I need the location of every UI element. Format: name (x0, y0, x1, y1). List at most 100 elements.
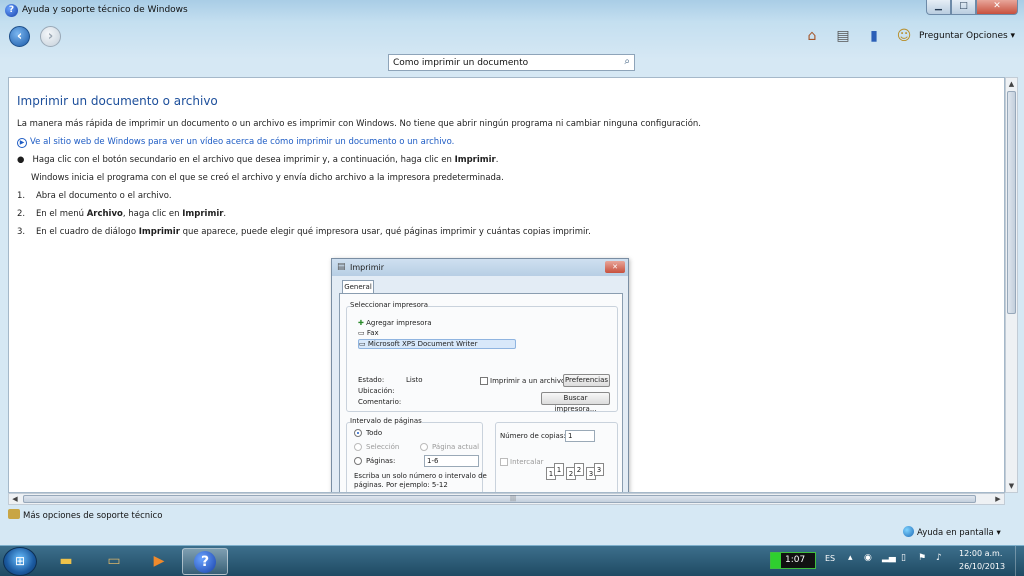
step-2-post: . (223, 209, 227, 219)
step-1: 1. Abra el documento o el archivo. (17, 191, 172, 201)
status-label: Estado: (358, 376, 385, 384)
pages-input: 1-6 (424, 455, 479, 467)
back-arrow-icon[interactable]: ‹ (9, 26, 30, 47)
current-page-radio (420, 443, 428, 451)
support-options-icon (8, 509, 20, 519)
options-menu-button[interactable]: Opciones ▾ (966, 31, 1015, 41)
add-printer-icon: ✚ (358, 319, 364, 327)
help-taskbar-button[interactable]: ? (182, 548, 228, 575)
show-desktop-button[interactable] (1015, 546, 1024, 576)
print-to-file-checkbox (480, 377, 488, 385)
forward-arrow-icon[interactable]: › (40, 26, 61, 47)
article-title: Imprimir un documento o archivo (17, 94, 218, 108)
bullet-icon: ● (17, 155, 25, 165)
select-printer-label: Seleccionar impresora (350, 301, 429, 309)
fax-icon: ▭ (358, 329, 365, 337)
online-help-label: Ayuda en pantalla ▾ (917, 528, 1001, 538)
clock-time[interactable]: 12:00 a.m. (959, 549, 1002, 558)
globe-icon (903, 526, 914, 537)
home-icon[interactable]: ⌂ (803, 27, 821, 45)
scroll-down-icon[interactable]: ▼ (1006, 480, 1017, 492)
network-globe-icon[interactable]: ◉ (864, 553, 872, 563)
media-player-icon[interactable]: ▶ (139, 548, 179, 575)
all-pages-radio (354, 429, 362, 437)
ask-people-icon[interactable]: ☺ (895, 27, 913, 45)
bullet-item: ● Haga clic con el botón secundario en e… (17, 155, 498, 165)
scroll-up-icon[interactable]: ▲ (1006, 78, 1017, 90)
pages-hint-line1: Escriba un solo número o intervalo de (354, 472, 487, 480)
help-icon: ? (194, 551, 216, 573)
browse-help-book-icon[interactable]: ▮ (865, 27, 883, 45)
print-to-file-label: Imprimir a un archivo (490, 377, 566, 385)
title-bar[interactable]: ? Ayuda y soporte técnico de Windows ▁ □… (0, 0, 1024, 22)
step-1-number: 1. (17, 191, 26, 201)
signal-icon[interactable]: ▂▄ (882, 553, 896, 563)
language-indicator[interactable]: ES (825, 554, 835, 563)
bullet-note: Windows inicia el programa con el que se… (31, 173, 504, 183)
online-help-button[interactable]: Ayuda en pantalla ▾ (903, 526, 1001, 538)
timer-value: 1:07 (785, 555, 806, 565)
preferences-button: Preferencias (563, 374, 610, 387)
video-link[interactable]: Ve al sitio web de Windows para ver un v… (30, 137, 454, 147)
clock-date[interactable]: 26/10/2013 (959, 562, 1005, 571)
print-dialog-illustration: ▤ Imprimir ✕ General Seleccionar impreso… (331, 258, 629, 492)
dialog-tab-general: General (342, 280, 374, 293)
more-support-options-link[interactable]: Más opciones de soporte técnico (8, 509, 162, 521)
scroll-left-icon[interactable]: ◀ (9, 494, 21, 504)
horizontal-scrollbar[interactable]: ◀ ||| ▶ (8, 493, 1005, 505)
browser-icon[interactable]: ▭ (94, 548, 134, 575)
ask-button[interactable]: Preguntar (919, 31, 963, 41)
video-link-row: ▶ Ve al sitio web de Windows para ver un … (17, 137, 454, 148)
current-page-label: Página actual (432, 443, 480, 451)
step-2-pre: En el menú (35, 209, 87, 219)
article-intro: La manera más rápida de imprimir un docu… (17, 119, 702, 129)
copies-label: Número de copias: (500, 432, 566, 440)
printer-item-add: ✚ Agregar impresora (358, 319, 432, 327)
printer-item-fax: ▭ Fax (358, 329, 379, 337)
battery-icon[interactable]: ▯ (901, 553, 906, 563)
collate-page-icon: 2 (574, 463, 584, 476)
printer-item-xps: ▭ Microsoft XPS Document Writer (358, 339, 516, 349)
more-support-options-label: Más opciones de soporte técnico (23, 511, 163, 521)
video-play-icon[interactable]: ▶ (17, 138, 27, 148)
minimize-button[interactable]: ▁ (926, 0, 951, 15)
location-label: Ubicación: (358, 387, 395, 395)
comment-label: Comentario: (358, 398, 402, 406)
maximize-button[interactable]: □ (951, 0, 976, 15)
vertical-scroll-thumb[interactable] (1007, 91, 1016, 314)
volume-icon[interactable]: ♪ (936, 553, 942, 563)
dialog-body: Seleccionar impresora ✚ Agregar impresor… (339, 293, 623, 492)
print-icon[interactable]: ▤ (834, 27, 852, 45)
horizontal-scroll-thumb[interactable]: ||| (23, 495, 976, 503)
start-orb-icon[interactable]: ⊞ (3, 547, 37, 576)
step-1-text: Abra el documento o el archivo. (35, 191, 172, 201)
bullet-text-pre: Haga clic con el botón secundario en el … (32, 155, 455, 165)
dialog-close-icon: ✕ (605, 261, 625, 273)
search-input[interactable]: Como imprimir un documento (393, 58, 528, 68)
status-value: Listo (406, 376, 423, 384)
pages-hint-line2: páginas. Por ejemplo: 5-12 (354, 481, 448, 489)
scroll-right-icon[interactable]: ▶ (992, 494, 1004, 504)
flag-icon[interactable]: ⚑ (918, 553, 926, 563)
folder-icon[interactable]: ▬ (46, 548, 86, 575)
step-2: 2. En el menú Archivo, haga clic en Impr… (17, 209, 226, 219)
search-box[interactable]: Como imprimir un documento ⌕ (388, 54, 635, 71)
tray-arrow-icon[interactable]: ▴ (848, 553, 853, 563)
step-3: 3. En el cuadro de diálogo Imprimir que … (17, 227, 591, 237)
search-icon[interactable]: ⌕ (624, 56, 630, 67)
pages-radio (354, 457, 362, 465)
printer-item-add-label: Agregar impresora (366, 319, 432, 327)
toolbar: ‹ › ⌂ ▤ ▮ ☺ Preguntar Opciones ▾ (0, 22, 1024, 52)
help-app-icon: ? (5, 4, 18, 17)
vertical-scrollbar[interactable]: ▲ ▼ (1005, 77, 1018, 493)
selection-radio (354, 443, 362, 451)
step-3-post: que aparece, puede elegir qué impresora … (179, 227, 591, 237)
xps-printer-icon: ▭ (359, 340, 366, 348)
dialog-title: Imprimir (350, 263, 385, 272)
collate-label: Intercalar (510, 458, 544, 466)
step-2-number: 2. (17, 209, 26, 219)
window-controls: ▁ □ ✕ (926, 0, 1018, 15)
step-2-bold-archivo: Archivo (86, 209, 123, 219)
close-button[interactable]: ✕ (976, 0, 1018, 15)
copies-input: 1 (565, 430, 595, 442)
